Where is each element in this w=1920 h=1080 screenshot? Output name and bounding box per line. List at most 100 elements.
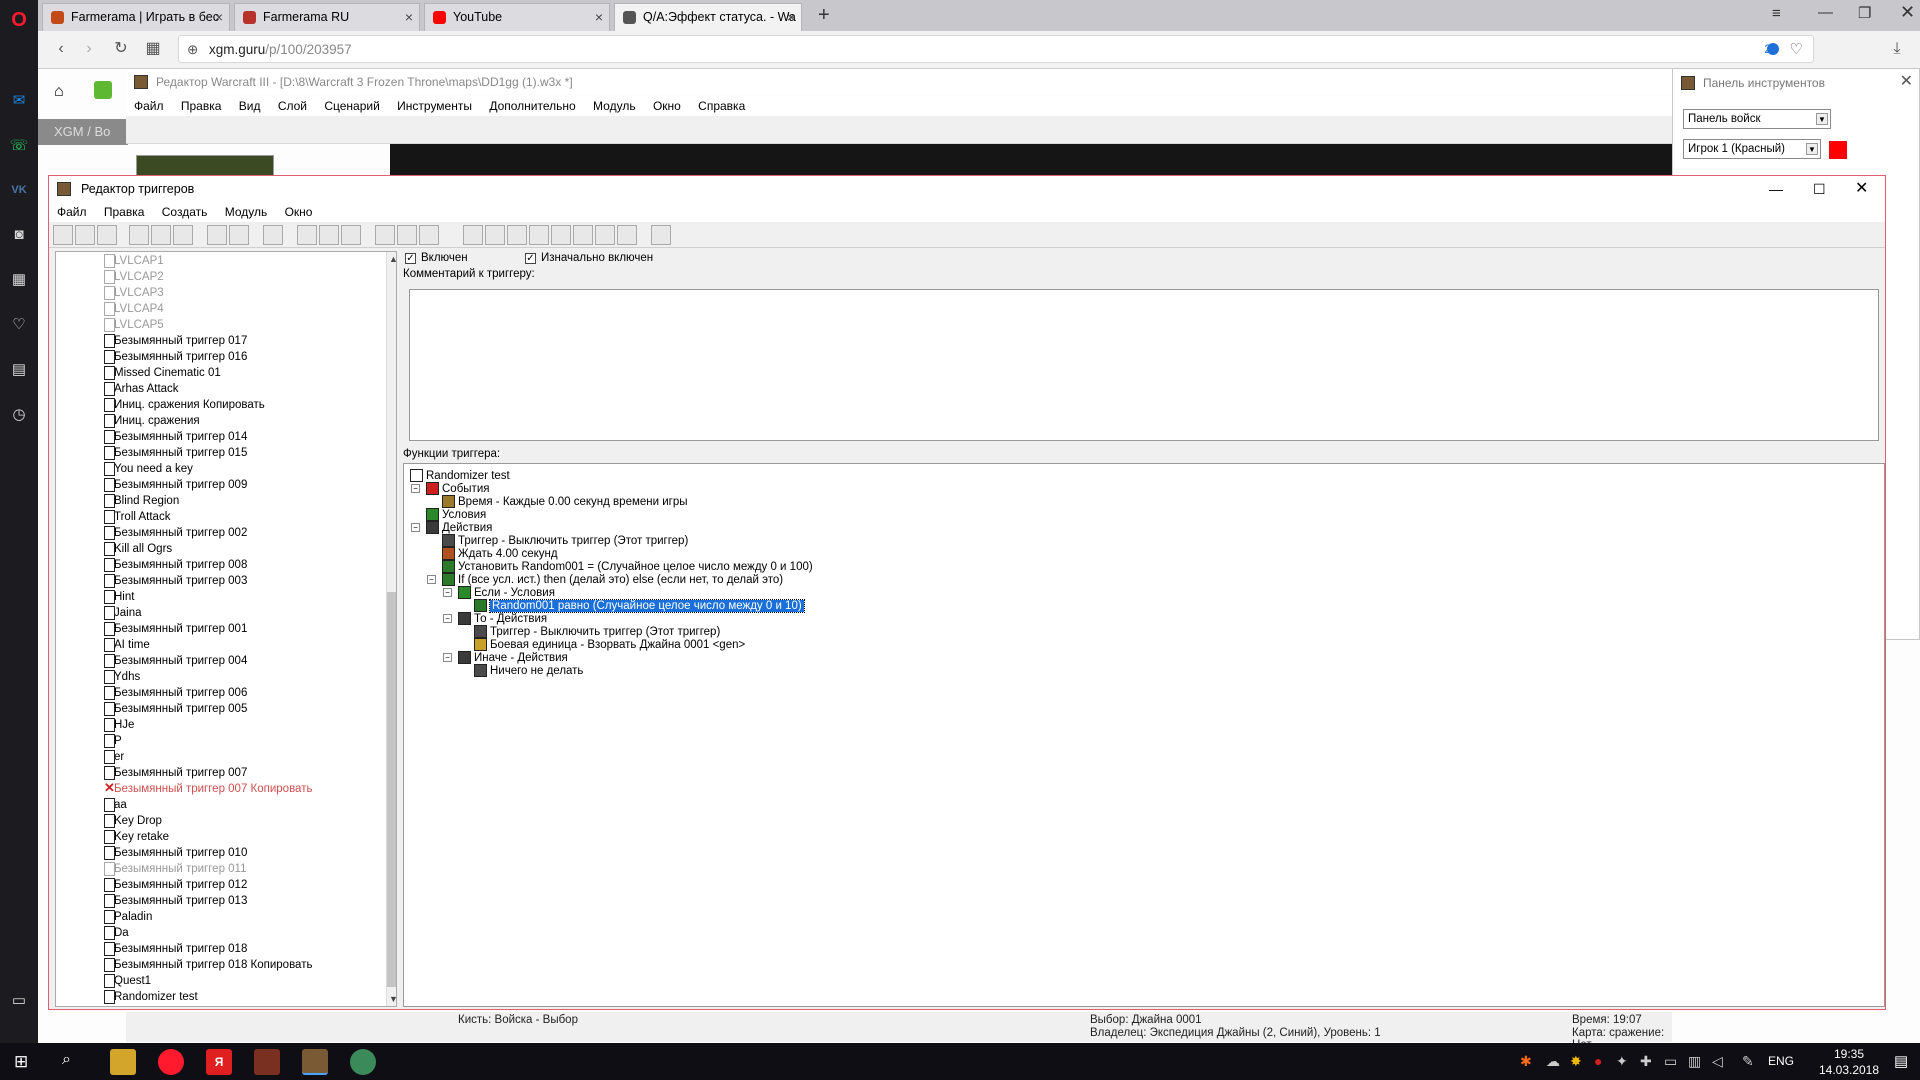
cut-icon[interactable]: [129, 225, 149, 245]
tree-item[interactable]: Безымянный триггер 018: [104, 941, 247, 957]
tree-item[interactable]: Missed Cinematic 01: [104, 365, 221, 381]
editor-menu-window[interactable]: Окно: [653, 99, 681, 113]
tree-item[interactable]: Безымянный триггер 007: [104, 765, 247, 781]
tree-item[interactable]: Иниц. сражения: [104, 413, 200, 429]
redo-icon[interactable]: [229, 225, 249, 245]
tree-item[interactable]: Безымянный триггер 006: [104, 685, 247, 701]
tree-item[interactable]: Безымянный триггер 013: [104, 893, 247, 909]
close-icon[interactable]: ✕: [1855, 176, 1868, 202]
download-icon[interactable]: ⤓: [1886, 38, 1908, 60]
tab-menu-icon[interactable]: ≡: [1772, 5, 1781, 22]
tree-item[interactable]: Jaina: [104, 605, 142, 621]
trigger-menu-edit[interactable]: Правка: [104, 205, 145, 219]
trigger-editor-tool-icon[interactable]: [485, 225, 505, 245]
close-tab-icon[interactable]: ×: [405, 4, 413, 31]
tree-item[interactable]: Troll Attack: [104, 509, 170, 525]
bookmarks-heart-icon[interactable]: ♡: [7, 312, 31, 336]
speed-dial-grid-icon[interactable]: ▦: [142, 38, 164, 60]
tree-scrollbar-thumb[interactable]: [387, 592, 396, 987]
browser-tab-active[interactable]: Q/A:Эффект статуса. - Wa ×: [614, 3, 802, 31]
editor-menu-edit[interactable]: Правка: [181, 99, 222, 113]
file-explorer-icon[interactable]: [110, 1049, 136, 1075]
tree-item[interactable]: Quest1: [104, 973, 151, 989]
tree-item[interactable]: Безымянный триггер 005: [104, 701, 247, 717]
url-input[interactable]: ⊕ xgm.guru/p/100/203957 2 ♡: [178, 35, 1814, 63]
notifications-icon[interactable]: ▤: [1894, 1052, 1908, 1070]
tree-item[interactable]: LVLCAP1: [104, 253, 164, 269]
function-node[interactable]: Время - Каждые 0.00 секунд времени игры: [442, 494, 688, 510]
tree-item[interactable]: ✕ Безымянный триггер 007 Копировать: [104, 781, 312, 797]
campaign-editor-icon[interactable]: [551, 225, 571, 245]
tree-item[interactable]: Безымянный триггер 017: [104, 333, 247, 349]
minimize-icon[interactable]: —: [1769, 176, 1783, 202]
player-select[interactable]: Игрок 1 (Красный) ▼: [1683, 139, 1821, 159]
maximize-icon[interactable]: ☐: [1813, 176, 1826, 202]
save-icon[interactable]: [97, 225, 117, 245]
new-action-icon[interactable]: [419, 225, 439, 245]
paste-icon[interactable]: [173, 225, 193, 245]
new-trigger-icon[interactable]: [319, 225, 339, 245]
trigger-functions-tree[interactable]: Randomizer test − События Время - Каждые 0.…: [403, 463, 1885, 1007]
tree-item[interactable]: LVLCAP4: [104, 301, 164, 317]
close-tab-icon[interactable]: ×: [787, 4, 795, 31]
tree-item[interactable]: Иниц. сражения Копировать: [104, 397, 265, 413]
tray-app-icon[interactable]: ✱: [1520, 1053, 1532, 1070]
delete-icon[interactable]: [263, 225, 283, 245]
search-icon[interactable]: ⌕: [62, 1051, 71, 1069]
tree-item[interactable]: LVLCAP3: [104, 285, 164, 301]
palette-select[interactable]: Панель войск ▼: [1683, 109, 1831, 129]
tree-item[interactable]: P: [104, 733, 122, 749]
tree-item[interactable]: Key retake: [104, 829, 169, 845]
reload-icon[interactable]: ↻: [110, 38, 132, 60]
close-window-icon[interactable]: ✕: [1900, 2, 1915, 23]
tray-app-icon[interactable]: ✸: [1570, 1053, 1582, 1070]
editor-menu-view[interactable]: Вид: [239, 99, 261, 113]
back-icon[interactable]: ‹: [50, 38, 72, 60]
trigger-menu-create[interactable]: Создать: [162, 205, 208, 219]
history-clock-icon[interactable]: ◷: [7, 402, 31, 426]
scroll-down-icon[interactable]: ▼: [389, 994, 396, 1004]
site-nav-item[interactable]: Bo: [94, 124, 110, 139]
yandex-icon[interactable]: Я: [206, 1049, 232, 1075]
minimap[interactable]: [136, 155, 274, 177]
enabled-checkbox[interactable]: ✓: [405, 253, 416, 264]
undo-icon[interactable]: [207, 225, 227, 245]
tree-item[interactable]: Blind Region: [104, 493, 179, 509]
battery-icon[interactable]: ▭: [1664, 1053, 1677, 1070]
tree-item[interactable]: Безымянный триггер 008: [104, 557, 247, 573]
trigger-menu-window[interactable]: Окно: [285, 205, 313, 219]
scroll-up-icon[interactable]: ▲: [389, 254, 396, 264]
tree-item[interactable]: Hint: [104, 589, 134, 605]
bookmark-heart-icon[interactable]: ♡: [1790, 36, 1803, 63]
opera-taskbar-icon[interactable]: [158, 1049, 184, 1075]
restore-icon[interactable]: ❐: [1858, 4, 1871, 22]
close-tab-icon[interactable]: ×: [215, 4, 223, 31]
tree-item[interactable]: Da: [104, 925, 129, 941]
editor-menu-layer[interactable]: Слой: [278, 99, 307, 113]
new-category-icon[interactable]: [297, 225, 317, 245]
world-editor-taskbar-icon[interactable]: [302, 1049, 328, 1075]
tree-item[interactable]: Безымянный триггер 015: [104, 445, 247, 461]
tree-item[interactable]: HJe: [104, 717, 134, 733]
tray-app-icon[interactable]: ●: [1594, 1053, 1602, 1069]
tree-item[interactable]: Безымянный триггер 001: [104, 621, 247, 637]
camera-icon[interactable]: ◙: [7, 222, 31, 246]
browser-tab[interactable]: Farmerama RU ×: [234, 3, 420, 31]
tree-item[interactable]: Paladin: [104, 909, 152, 925]
close-tab-icon[interactable]: ×: [595, 4, 603, 31]
editor-menu-advanced[interactable]: Дополнительно: [489, 99, 575, 113]
terrain-editor-icon[interactable]: [463, 225, 483, 245]
site-logo-icon[interactable]: [94, 81, 112, 99]
tree-item[interactable]: aa: [104, 797, 127, 813]
tree-item[interactable]: Безымянный триггер 014: [104, 429, 247, 445]
tree-item[interactable]: er: [104, 749, 124, 765]
tree-item[interactable]: Kill all Ogrs: [104, 541, 172, 557]
editor-menu-file[interactable]: Файл: [134, 99, 164, 113]
tree-item[interactable]: Key Drop: [104, 813, 162, 829]
new-event-icon[interactable]: [375, 225, 395, 245]
tree-item[interactable]: Randomizer test: [104, 989, 198, 1005]
new-comment-icon[interactable]: [341, 225, 361, 245]
volume-icon[interactable]: ◁: [1712, 1053, 1723, 1070]
editor-menu-scenario[interactable]: Сценарий: [324, 99, 379, 113]
tray-app-icon[interactable]: ✚: [1640, 1053, 1652, 1070]
